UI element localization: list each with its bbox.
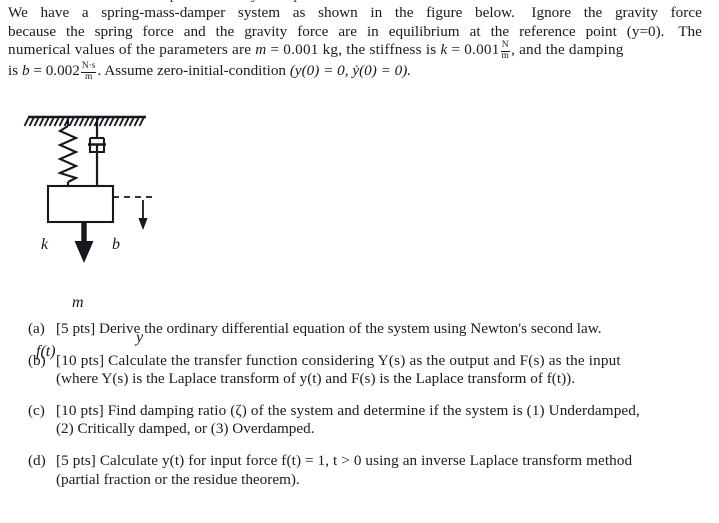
spring-mass-damper-figure: k b m y f(t) xyxy=(0,100,220,360)
intro-line-4: is b = 0.002 N·s m. Assume zero-initial-co… xyxy=(8,61,702,83)
question-c-line-1: [10 pts] Find damping ratio (ζ) of the s… xyxy=(56,401,640,419)
question-item-c: (c) [10 pts] Find damping ratio (ζ) of t… xyxy=(0,402,719,439)
question-item-d: (d) [5 pts] Calculate y(t) for input for… xyxy=(0,452,719,489)
intro-line4-text-c: . Assume zero-initial-condition xyxy=(97,61,287,79)
question-marker-a: (a) xyxy=(28,320,45,337)
force-arrowhead xyxy=(74,241,94,263)
intro-line3-text-c: = 0.001 xyxy=(451,41,500,59)
damper-label: b xyxy=(112,236,120,253)
question-marker-b: (b) xyxy=(28,351,46,369)
question-d-line-1: [5 pts] Calculate y(t) for input force f… xyxy=(56,451,633,469)
initial-conditions: (y(0) = 0, ẏ(0) = 0). xyxy=(289,61,412,79)
symbol-damping: b xyxy=(21,61,30,79)
intro-line-3: numerical values of the parameters are m… xyxy=(8,41,702,62)
intro-line-1: We have a spring-mass-damper system as s… xyxy=(8,4,702,21)
question-b-line-2: (where Y(s) is the Laplace transform of … xyxy=(56,370,575,388)
unit-b-numerator: N·s xyxy=(81,61,96,72)
unit-newton-per-meter: Nm xyxy=(500,40,511,62)
unit-k-denominator: m xyxy=(500,51,511,62)
question-item-a: (a) [5 pts] Derive the ordinary differen… xyxy=(0,320,719,339)
question-d-line-2: (partial fraction or the residue theorem… xyxy=(56,470,300,488)
question-marker-d: (d) xyxy=(28,451,46,469)
intro-line3-text-d: , and the damping xyxy=(511,41,624,59)
intro-line3-text-a: numerical values of the parameters are xyxy=(8,41,252,59)
unit-k-numerator: N xyxy=(501,40,509,51)
symbol-stiffness: k xyxy=(440,41,448,59)
symbol-mass: m xyxy=(255,41,267,59)
intro-line4-text-b: = 0.002 xyxy=(33,61,80,79)
spring-element xyxy=(57,117,79,186)
question-list: (a) [5 pts] Derive the ordinary differen… xyxy=(0,320,719,502)
intro-line3-text-b: = 0.001 kg, the stiffness is xyxy=(270,41,437,59)
unit-b-denominator: m xyxy=(80,71,97,83)
intro-line4-text-a: is xyxy=(8,61,19,79)
displacement-indicator xyxy=(113,196,152,230)
intro-line-2: because the spring force and the gravity… xyxy=(8,22,702,40)
applied-force-arrow xyxy=(74,222,94,263)
question-a-line-1: [5 pts] Derive the ordinary differential… xyxy=(56,320,602,337)
displacement-arrowhead xyxy=(138,218,148,230)
figure-svg xyxy=(23,115,152,263)
spring-label: k xyxy=(41,236,49,253)
problem-statement: We have a spring-mass-damper system as s… xyxy=(8,4,702,83)
damper-element xyxy=(88,117,106,186)
mass-label: m xyxy=(72,294,84,311)
question-item-b: (b) [10 pts] Calculate the transfer func… xyxy=(0,352,719,389)
question-b-line-1: [10 pts] Calculate the transfer function… xyxy=(56,351,621,369)
question-marker-c: (c) xyxy=(28,401,45,419)
ceiling-support xyxy=(23,115,146,127)
question-c-line-2: (2) Critically damped, or (3) Overdamped… xyxy=(56,420,315,438)
mass-block xyxy=(46,184,115,224)
unit-newton-second-per-meter: N·s m xyxy=(80,61,97,83)
hatching-icon xyxy=(23,116,145,127)
